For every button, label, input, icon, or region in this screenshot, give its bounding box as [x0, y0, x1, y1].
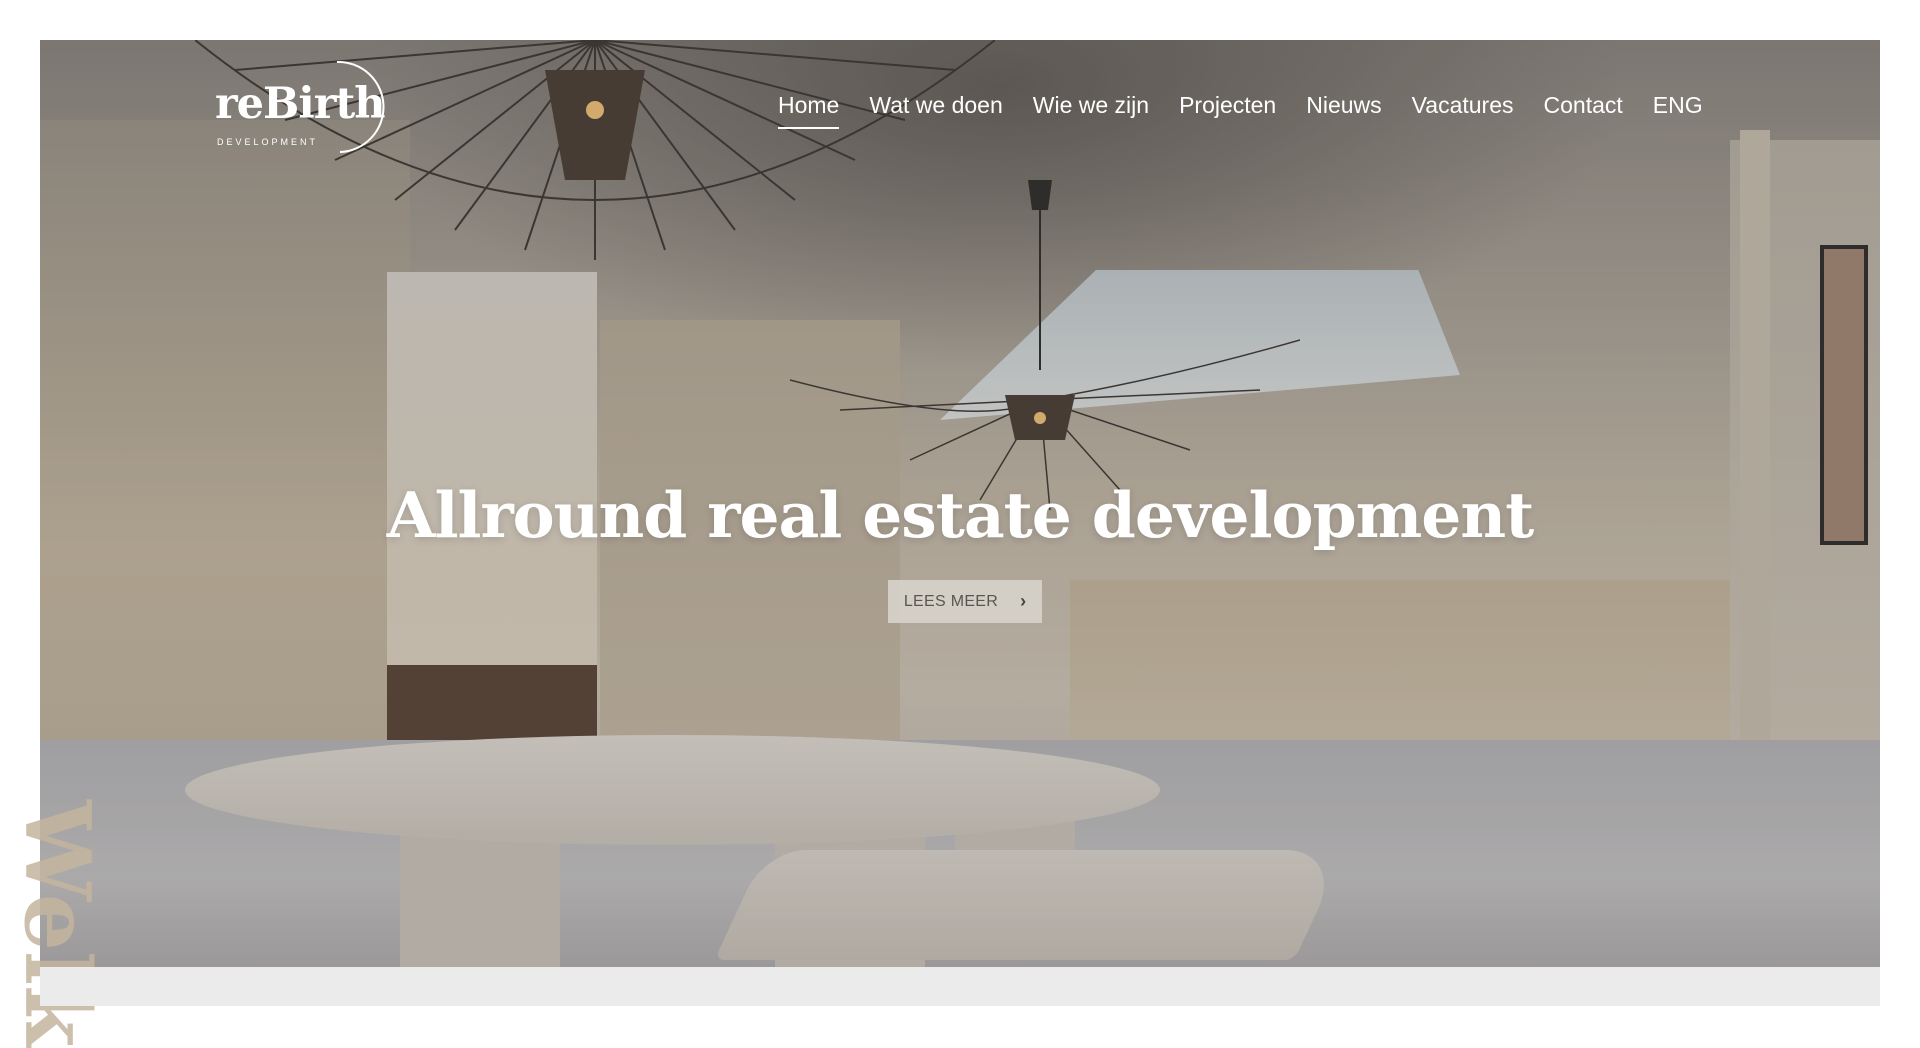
lees-meer-label: LEES MEER — [903, 592, 999, 610]
hero-headline: Allround real estate development — [386, 478, 1535, 552]
logo-arc-icon — [336, 60, 385, 153]
site-logo[interactable]: reBirth DEVELOPMENT — [215, 57, 395, 157]
nav-vacatures[interactable]: Vacatures — [1412, 92, 1514, 129]
nav-wie-we-zijn[interactable]: Wie we zijn — [1033, 92, 1149, 129]
content-section-band — [40, 967, 1880, 1006]
nav-projecten[interactable]: Projecten — [1179, 92, 1276, 129]
lees-meer-button[interactable]: LEES MEER › — [888, 580, 1042, 623]
nav-contact[interactable]: Contact — [1544, 92, 1623, 129]
logo-subtitle: DEVELOPMENT — [217, 137, 319, 147]
nav-nieuws[interactable]: Nieuws — [1306, 92, 1381, 129]
welcome-side-text: Welk — [4, 800, 110, 1048]
nav-language-eng[interactable]: ENG — [1653, 92, 1703, 129]
nav-home[interactable]: Home — [778, 92, 840, 129]
nav-wat-we-doen[interactable]: Wat we doen — [869, 92, 1002, 129]
main-nav: Home Wat we doen Wie we zijn Projecten N… — [778, 92, 1703, 129]
chevron-right-icon: › — [1020, 591, 1027, 611]
